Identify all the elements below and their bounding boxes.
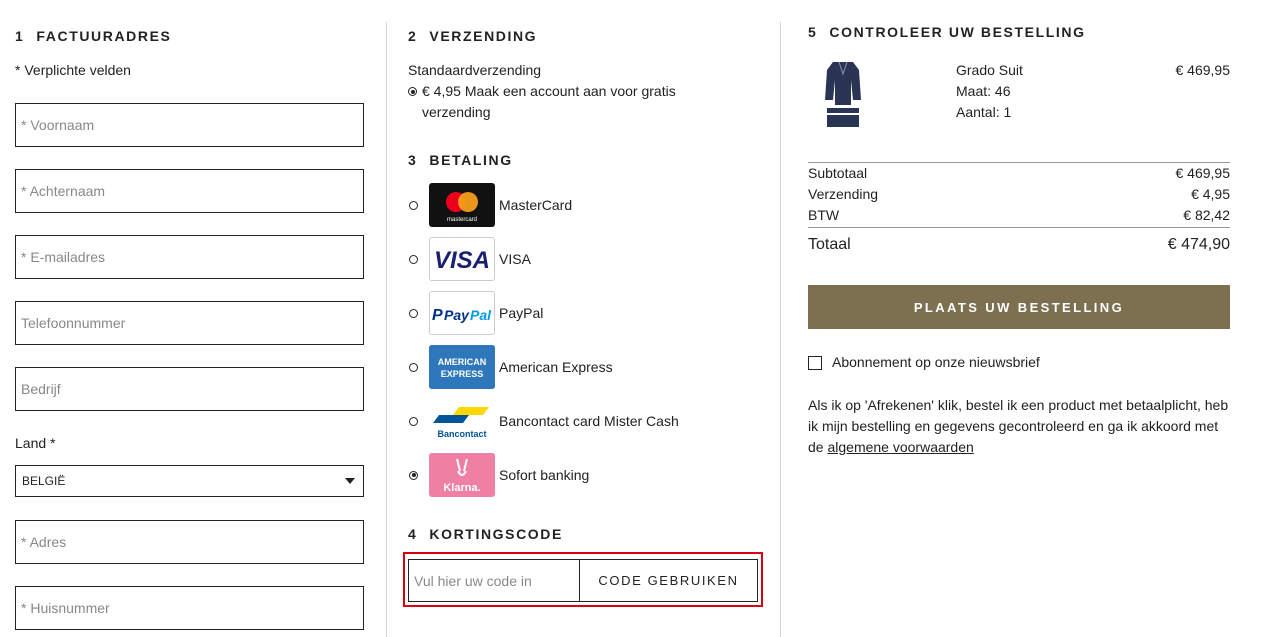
total-divider (808, 227, 1230, 228)
housenumber-field[interactable] (15, 586, 364, 630)
payment-radio-selected[interactable] (409, 470, 418, 480)
payment-radio[interactable] (409, 308, 418, 318)
review-section: 5 CONTROLEER UW BESTELLING Grado Suit Ma… (808, 0, 1230, 637)
klarna-icon: Klarna. (429, 453, 495, 497)
bancontact-icon: Bancontact (433, 407, 489, 439)
svg-text:Pal: Pal (470, 307, 492, 323)
newsletter-checkbox[interactable] (808, 355, 822, 370)
amex-logo: AMERICAN EXPRESS (429, 345, 495, 389)
payment-label: PayPal (499, 305, 544, 321)
amex-icon: AMERICAN EXPRESS (429, 345, 495, 389)
payment-title: 3 BETALING (408, 152, 513, 168)
lastname-input[interactable] (16, 170, 363, 212)
required-note: * Verplichte velden (15, 62, 131, 78)
place-order-button[interactable]: PLAATS UW BESTELLING (808, 285, 1230, 329)
klarna-logo: Klarna. (429, 453, 495, 497)
svg-text:AMERICAN: AMERICAN (438, 357, 487, 367)
payment-label: Bancontact card Mister Cash (499, 413, 679, 429)
svg-text:Bancontact: Bancontact (437, 429, 486, 439)
visa-icon: VISA (434, 247, 490, 274)
billing-title: 1 FACTUURADRES (15, 28, 172, 44)
payment-option-paypal[interactable]: P Pay Pal PayPal (408, 290, 543, 336)
svg-text:Pay: Pay (444, 307, 470, 323)
payment-radio[interactable] (409, 416, 418, 426)
payment-label: VISA (499, 251, 531, 267)
newsletter-label: Abonnement op onze nieuwsbrief (832, 354, 1040, 370)
firstname-input[interactable] (16, 104, 363, 146)
product-image[interactable] (823, 60, 863, 130)
phone-field[interactable] (15, 301, 364, 345)
product-name: Grado Suit (956, 62, 1023, 78)
visa-logo: VISA (429, 237, 495, 281)
svg-text:VISA: VISA (434, 247, 490, 274)
order-summary: Subtotaal € 469,95 Verzending € 4,95 BTW… (808, 163, 1230, 226)
payment-option-visa[interactable]: VISA VISA (408, 236, 531, 282)
svg-text:P: P (432, 307, 443, 324)
payment-radio[interactable] (409, 254, 418, 264)
product-price: € 469,95 (1175, 62, 1231, 78)
bancontact-logo: Bancontact (429, 399, 495, 443)
country-select[interactable]: BELGIË (15, 465, 364, 497)
product-quantity: Aantal: 1 (956, 104, 1012, 120)
column-divider (386, 22, 387, 637)
company-input[interactable] (16, 368, 363, 410)
billing-section: 1 FACTUURADRES * Verplichte velden Land … (15, 0, 364, 637)
paypal-logo: P Pay Pal (429, 291, 495, 335)
country-label: Land * (15, 435, 56, 451)
payment-radio[interactable] (409, 200, 418, 210)
subtotal-row: Subtotaal € 469,95 (808, 165, 1230, 181)
email-input[interactable] (16, 236, 363, 278)
terms-notice: Als ik op 'Afrekenen' klik, bestel ik ee… (808, 395, 1230, 458)
coupon-highlight: CODE GEBRUIKEN (403, 552, 763, 607)
paypal-icon: P Pay Pal (432, 307, 492, 324)
address-input[interactable] (16, 521, 363, 563)
phone-input[interactable] (16, 302, 363, 344)
vat-row: BTW € 82,42 (808, 207, 1230, 223)
payment-label: MasterCard (499, 197, 573, 213)
lastname-field[interactable] (15, 169, 364, 213)
shipping-option[interactable]: € 4,95 Maak een account aan voor gratis … (408, 81, 708, 123)
svg-text:Klarna.: Klarna. (443, 482, 480, 494)
payment-radio[interactable] (409, 362, 418, 372)
firstname-field[interactable] (15, 103, 364, 147)
product-info: Grado Suit Maat: 46 Aantal: 1 (956, 60, 1023, 123)
shipping-radio[interactable] (408, 87, 417, 96)
housenumber-input[interactable] (16, 587, 363, 629)
coupon-input[interactable] (409, 560, 580, 601)
company-field[interactable] (15, 367, 364, 411)
address-field[interactable] (15, 520, 364, 564)
svg-text:mastercard: mastercard (447, 217, 477, 223)
email-field[interactable] (15, 235, 364, 279)
payment-option-bancontact[interactable]: Bancontact Bancontact card Mister Cash (408, 398, 679, 444)
shipping-option-label: € 4,95 Maak een account aan voor gratis … (422, 83, 676, 120)
payment-option-mastercard[interactable]: mastercard MasterCard (408, 182, 572, 228)
total-row: Totaal € 474,90 (808, 236, 1230, 253)
shipping-row: Verzending € 4,95 (808, 186, 1230, 202)
mastercard-logo: mastercard (429, 183, 495, 227)
apply-coupon-button[interactable]: CODE GEBRUIKEN (580, 560, 757, 601)
country-value: BELGIË (22, 474, 66, 488)
payment-option-sofort[interactable]: Klarna. Sofort banking (408, 452, 589, 498)
payment-label: Sofort banking (499, 467, 590, 483)
mastercard-icon: mastercard (446, 192, 478, 223)
terms-link[interactable]: algemene voorwaarden (827, 439, 973, 455)
product-size: Maat: 46 (956, 83, 1011, 99)
coupon-title: 4 KORTINGSCODE (408, 526, 563, 542)
review-title: 5 CONTROLEER UW BESTELLING (808, 24, 1086, 40)
suit-icon (825, 61, 861, 127)
chevron-down-icon (345, 478, 355, 484)
shipping-method: Standaardverzending (408, 62, 542, 78)
svg-text:EXPRESS: EXPRESS (441, 369, 484, 379)
shipping-title: 2 VERZENDING (408, 28, 538, 44)
coupon-form: CODE GEBRUIKEN (408, 559, 758, 602)
newsletter-option[interactable]: Abonnement op onze nieuwsbrief (808, 352, 1040, 373)
column-divider (780, 22, 781, 637)
shipping-payment-section: 2 VERZENDING Standaardverzending € 4,95 … (403, 0, 764, 637)
payment-option-amex[interactable]: AMERICAN EXPRESS American Express (408, 344, 613, 390)
payment-label: American Express (499, 359, 613, 375)
